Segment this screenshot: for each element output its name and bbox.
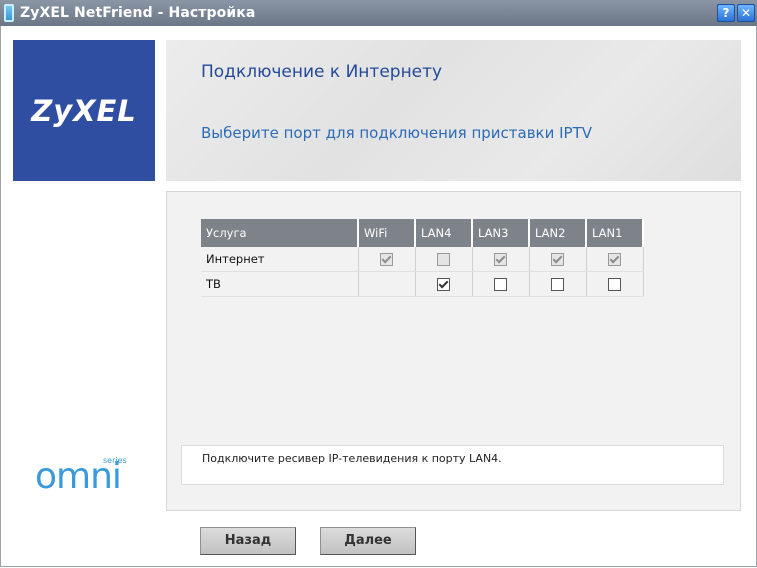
page-subtitle: Выберите порт для подключения приставки … — [201, 124, 593, 142]
checkbox-tv-lan3[interactable] — [493, 278, 507, 291]
window-title: ZyXEL NetFriend - Настройка — [20, 5, 256, 21]
back-button[interactable]: Назад — [200, 527, 296, 555]
page-title: Подключение к Интернету — [201, 62, 443, 82]
title-bar: ZyXEL NetFriend - Настройка ? ✕ — [0, 0, 757, 26]
column-header-lan2: LAN2 — [529, 219, 587, 247]
column-header-lan1: LAN1 — [586, 219, 644, 247]
checkbox-tv-lan1[interactable] — [607, 278, 621, 291]
checkbox-internet-wifi — [379, 253, 393, 266]
checkbox-internet-lan1 — [607, 253, 621, 266]
checkbox-internet-lan3 — [493, 253, 507, 266]
zyxel-logo: ZyXEL — [13, 40, 155, 181]
column-header-wifi: WiFi — [358, 219, 416, 247]
omni-word: omni — [35, 456, 122, 497]
zyxel-logo-text: ZyXEL — [31, 93, 137, 128]
checkbox-tv-lan4[interactable] — [436, 278, 450, 291]
info-box: Подключите ресивер IP-телевидения к порт… — [181, 445, 724, 485]
app-icon — [4, 4, 14, 22]
table-row-internet: Интернет — [201, 247, 644, 272]
omni-logo: series omni — [35, 452, 135, 502]
checkbox-internet-lan2 — [550, 253, 564, 266]
table-row-tv: ТВ — [201, 271, 644, 297]
port-table: Услуга WiFi LAN4 LAN3 LAN2 LAN1 Интернет… — [201, 219, 644, 297]
column-header-lan3: LAN3 — [472, 219, 530, 247]
column-header-lan4: LAN4 — [415, 219, 473, 247]
help-button[interactable]: ? — [717, 4, 735, 22]
checkbox-internet-lan4 — [436, 253, 450, 266]
table-header-row: Услуга WiFi LAN4 LAN3 LAN2 LAN1 — [201, 219, 644, 247]
column-header-service: Услуга — [201, 219, 359, 247]
info-message: Подключите ресивер IP-телевидения к порт… — [202, 452, 502, 465]
close-button[interactable]: ✕ — [737, 4, 755, 22]
row-label-internet: Интернет — [201, 247, 359, 272]
next-button[interactable]: Далее — [320, 527, 416, 555]
row-label-tv: ТВ — [201, 271, 359, 297]
checkbox-tv-lan2[interactable] — [550, 278, 564, 291]
